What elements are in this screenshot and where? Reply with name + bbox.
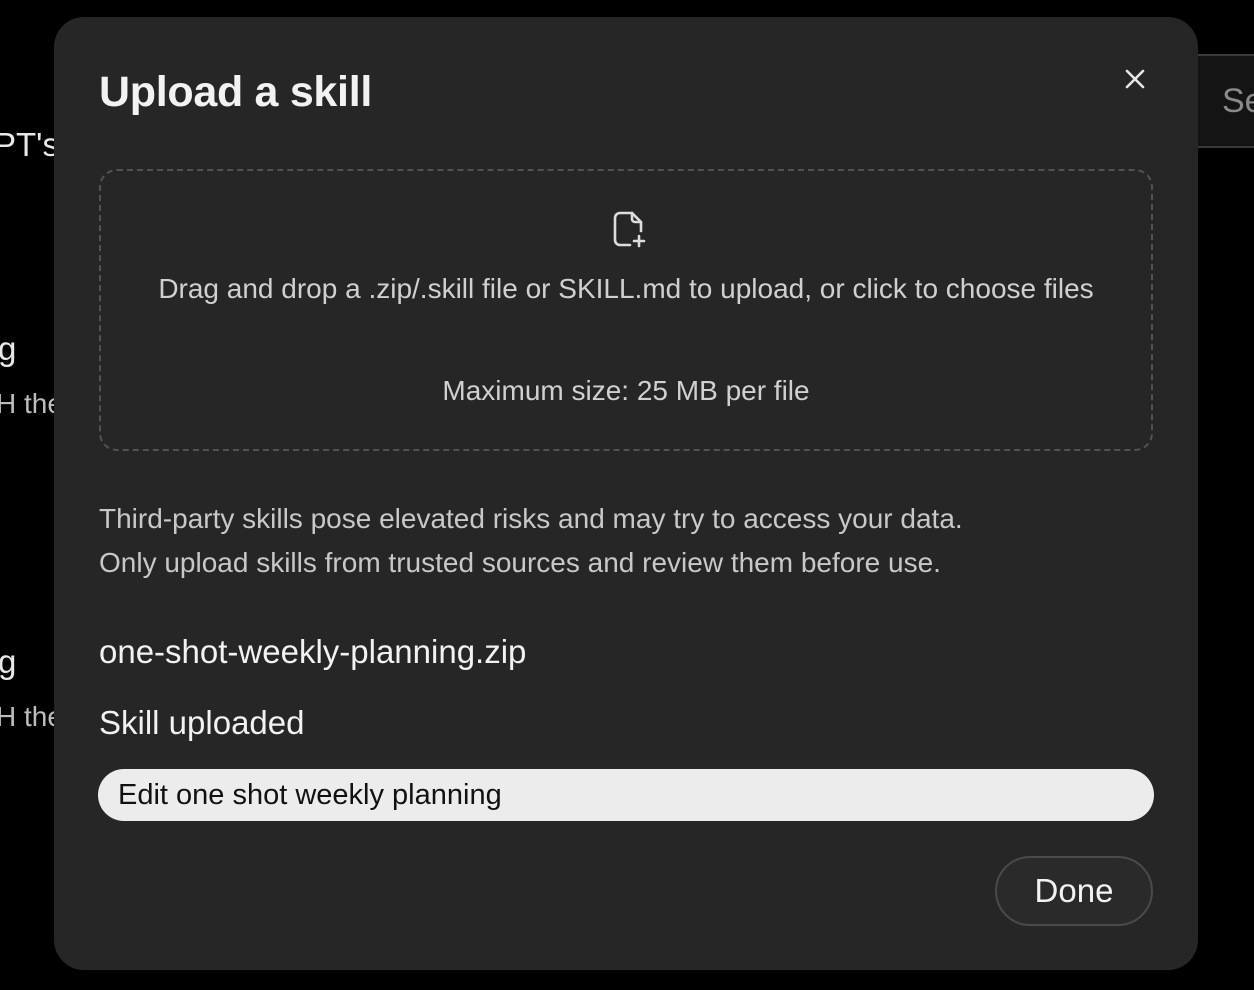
- background-page-title: PT's: [0, 126, 59, 163]
- dialog-title: Upload a skill: [99, 68, 372, 116]
- close-button[interactable]: [1116, 60, 1154, 98]
- background-item-title: g: [0, 643, 17, 680]
- file-dropzone[interactable]: Drag and drop a .zip/.skill file or SKIL…: [99, 169, 1153, 451]
- edit-skill-button[interactable]: Edit one shot weekly planning: [98, 769, 1154, 821]
- background-search-placeholder: Se: [1222, 82, 1254, 120]
- dropzone-max-size: Maximum size: 25 MB per file: [442, 375, 810, 406]
- warning-line-2: Only upload skills from trusted sources …: [99, 547, 941, 578]
- upload-status: Skill uploaded: [99, 704, 305, 741]
- file-plus-icon: [610, 209, 648, 249]
- dropzone-instructions: Drag and drop a .zip/.skill file or SKIL…: [158, 273, 1094, 304]
- close-icon: [1125, 69, 1145, 89]
- security-warning: Third-party skills pose elevated risks a…: [99, 497, 1149, 585]
- uploaded-file-name: one-shot-weekly-planning.zip: [99, 633, 527, 670]
- background-item-title: g: [0, 330, 17, 367]
- upload-skill-dialog: Upload a skill Drag and drop a .zip/.ski…: [54, 17, 1198, 970]
- warning-line-1: Third-party skills pose elevated risks a…: [99, 503, 963, 534]
- done-button[interactable]: Done: [995, 856, 1153, 926]
